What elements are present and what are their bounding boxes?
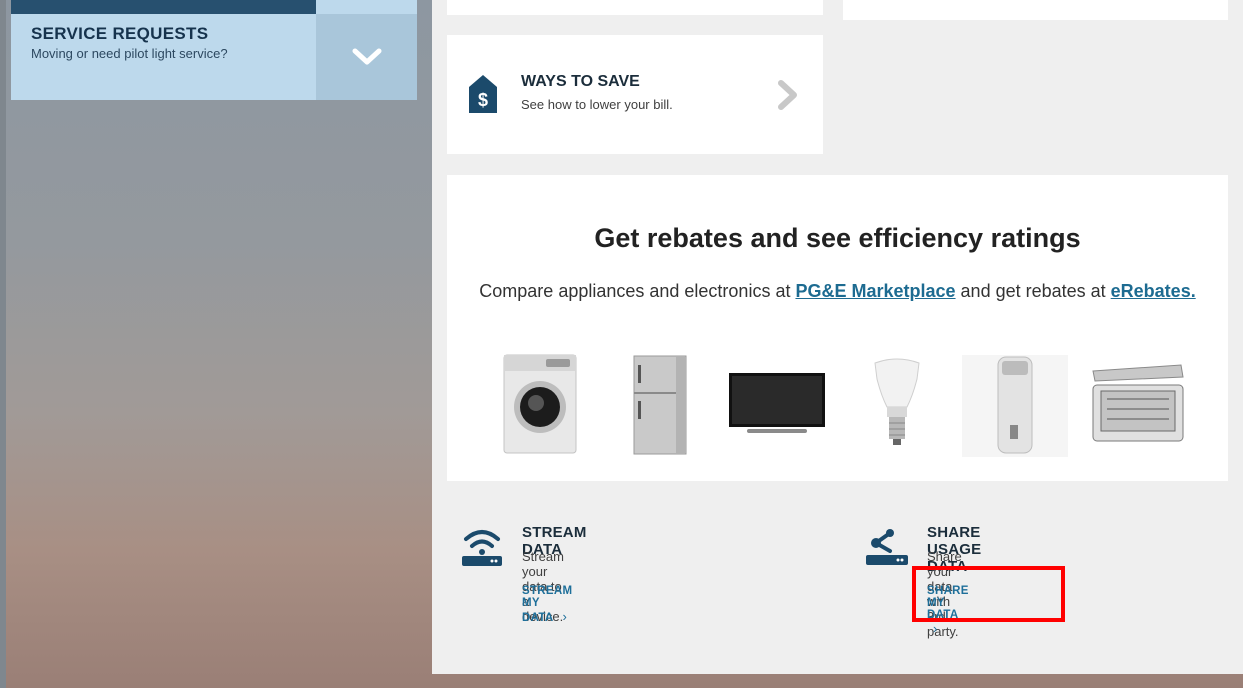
left-edge xyxy=(0,0,6,688)
share-router-icon xyxy=(866,529,908,565)
service-requests-toggle[interactable] xyxy=(316,14,417,100)
share-my-data-highlight xyxy=(912,566,1065,622)
rebates-desc-prefix: Compare appliances and electronics at xyxy=(479,281,796,301)
pge-marketplace-link[interactable]: PG&E Marketplace xyxy=(795,281,955,301)
freezer-image xyxy=(1092,364,1184,442)
top-left-card xyxy=(447,0,823,15)
television-image xyxy=(729,373,825,433)
chevron-down-icon xyxy=(352,48,381,65)
share-my-data-arrow: › xyxy=(933,621,938,636)
erebates-link[interactable]: eRebates. xyxy=(1111,281,1196,301)
rebates-card: Get rebates and see efficiency ratings C… xyxy=(447,175,1228,481)
ways-to-save-subtitle: See how to lower your bill. xyxy=(521,97,673,112)
stream-my-data-link[interactable]: STREAM MY DATA › xyxy=(522,585,572,624)
service-requests-title: SERVICE REQUESTS xyxy=(31,24,209,43)
washing-machine-image xyxy=(503,354,577,454)
light-bulb-image xyxy=(874,358,920,445)
service-requests-panel[interactable]: SERVICE REQUESTS Moving or need pilot li… xyxy=(11,0,417,100)
water-heater-image xyxy=(962,355,1068,457)
stream-my-data-arrow: › xyxy=(562,609,568,624)
service-requests-subtitle: Moving or need pilot light service? xyxy=(31,46,228,61)
ways-to-save-title: WAYS TO SAVE xyxy=(521,73,640,90)
refrigerator-image xyxy=(633,355,687,455)
service-requests-topbar xyxy=(11,0,316,14)
rebates-description: Compare appliances and electronics at PG… xyxy=(477,277,1198,305)
rebates-heading: Get rebates and see efficiency ratings xyxy=(594,223,1081,253)
rebates-desc-middle: and get rebates at xyxy=(955,281,1111,301)
ways-to-save-card[interactable]: $ WAYS TO SAVE See how to lower your bil… xyxy=(447,35,823,154)
svg-text:$: $ xyxy=(478,90,488,110)
chevron-right-icon[interactable] xyxy=(775,79,801,111)
top-right-card xyxy=(843,0,1228,20)
dollar-tag-icon: $ xyxy=(469,75,497,113)
wifi-router-icon xyxy=(462,530,502,566)
main-panel: $ WAYS TO SAVE See how to lower your bil… xyxy=(432,0,1243,674)
